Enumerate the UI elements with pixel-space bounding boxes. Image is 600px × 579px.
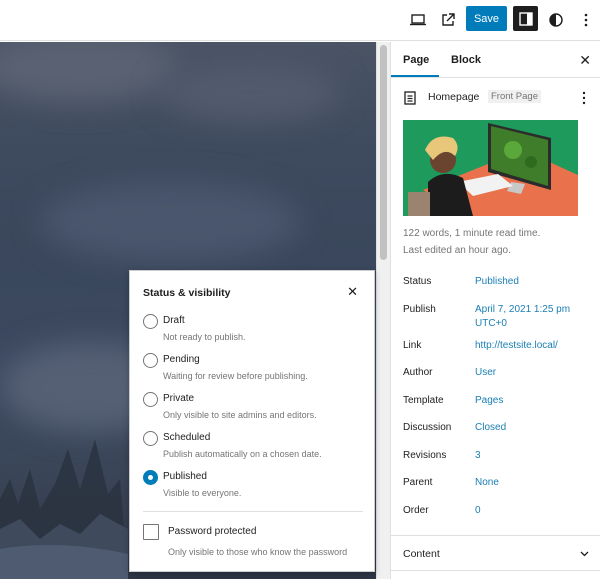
tab-page[interactable]: Page: [403, 54, 429, 66]
scrollbar-thumb[interactable]: [380, 45, 387, 260]
order-label: Order: [403, 505, 429, 516]
sidebar-tabs: Page Block ✕: [391, 42, 600, 78]
author-value[interactable]: User: [475, 366, 496, 380]
cloud: [0, 42, 180, 102]
status-option-published[interactable]: Published Visible to everyone.: [143, 470, 368, 504]
link-value[interactable]: http://testsite.local/: [475, 339, 558, 353]
option-help: Not ready to publish.: [163, 332, 246, 342]
publish-date-value[interactable]: April 7, 2021 1:25 pm UTC+0: [475, 303, 585, 331]
radio-scheduled[interactable]: [143, 431, 158, 446]
option-label: Scheduled: [163, 432, 211, 443]
option-help: Visible to everyone.: [163, 488, 242, 498]
settings-sidebar: Page Block ✕ Homepage Front Page 122 wor…: [390, 42, 600, 579]
option-help: Waiting for review before publishing.: [163, 371, 308, 381]
settings-sidebar-toggle[interactable]: [513, 6, 538, 31]
save-button[interactable]: Save: [466, 6, 507, 31]
active-tab-indicator: [391, 75, 439, 77]
chevron-down-icon: [580, 551, 589, 557]
editor-header: Save: [0, 0, 600, 41]
external-link-icon: [442, 13, 455, 26]
view-page-button[interactable]: [435, 7, 461, 33]
order-value[interactable]: 0: [475, 504, 481, 518]
featured-image[interactable]: [403, 120, 578, 216]
canvas-scrollbar[interactable]: [376, 42, 390, 579]
close-icon[interactable]: ✕: [347, 284, 358, 300]
status-value[interactable]: Published: [475, 275, 519, 289]
status-option-pending[interactable]: Pending Waiting for review before publis…: [143, 353, 368, 387]
laptop-icon: [410, 14, 426, 26]
vertical-ellipsis-icon[interactable]: [582, 91, 586, 105]
template-value[interactable]: Pages: [475, 394, 503, 408]
password-protected-label: Password protected: [168, 526, 257, 537]
cloud: [160, 62, 340, 122]
discussion-label: Discussion: [403, 422, 452, 433]
front-page-badge: Front Page: [488, 90, 541, 103]
content-panel-toggle[interactable]: Content: [391, 535, 600, 571]
close-icon[interactable]: ✕: [579, 52, 591, 69]
option-label: Private: [163, 393, 195, 404]
cloud: [40, 182, 300, 262]
publish-label: Publish: [403, 304, 436, 315]
option-label: Draft: [163, 315, 185, 326]
option-label: Published: [163, 471, 207, 482]
revisions-value[interactable]: 3: [475, 449, 481, 463]
divider: [143, 511, 363, 512]
status-label: Status: [403, 276, 432, 287]
featured-image-illustration: [403, 120, 578, 216]
half-circle-contrast-icon: [549, 13, 563, 27]
parent-label: Parent: [403, 477, 433, 488]
author-label: Author: [403, 367, 433, 378]
status-option-private[interactable]: Private Only visible to site admins and …: [143, 392, 368, 426]
sidebar-toggle-icon: [518, 11, 533, 26]
parent-value[interactable]: None: [475, 476, 499, 490]
last-edited: Last edited an hour ago.: [403, 245, 511, 256]
document-title: Homepage: [428, 91, 480, 103]
options-button[interactable]: [573, 7, 599, 33]
status-visibility-popover: Status & visibility ✕ Draft Not ready to…: [129, 270, 375, 572]
styles-button[interactable]: [543, 7, 569, 33]
word-count: 122 words, 1 minute read time.: [403, 228, 541, 239]
discussion-value[interactable]: Closed: [475, 421, 506, 435]
radio-private[interactable]: [143, 392, 158, 407]
link-label: Link: [403, 340, 422, 351]
radio-draft[interactable]: [143, 314, 158, 329]
status-option-draft[interactable]: Draft Not ready to publish.: [143, 314, 368, 348]
option-label: Pending: [163, 354, 200, 365]
option-help: Only visible to site admins and editors.: [163, 410, 317, 420]
popover-title: Status & visibility: [143, 287, 231, 299]
tab-block[interactable]: Block: [451, 54, 481, 66]
document-summary: Homepage Front Page: [404, 90, 594, 106]
password-protected-help: Only visible to those who know the passw…: [168, 547, 348, 557]
content-panel-label: Content: [403, 548, 440, 560]
option-help: Publish automatically on a chosen date.: [163, 449, 322, 459]
radio-pending[interactable]: [143, 353, 158, 368]
status-option-scheduled[interactable]: Scheduled Publish automatically on a cho…: [143, 431, 368, 465]
page-icon: [404, 91, 416, 105]
radio-published-selected[interactable]: [143, 470, 158, 485]
preview-button[interactable]: [405, 7, 431, 33]
vertical-ellipsis-icon: [584, 13, 588, 27]
revisions-label: Revisions: [403, 450, 447, 461]
template-label: Template: [403, 395, 444, 406]
password-protected-checkbox[interactable]: [143, 524, 159, 540]
